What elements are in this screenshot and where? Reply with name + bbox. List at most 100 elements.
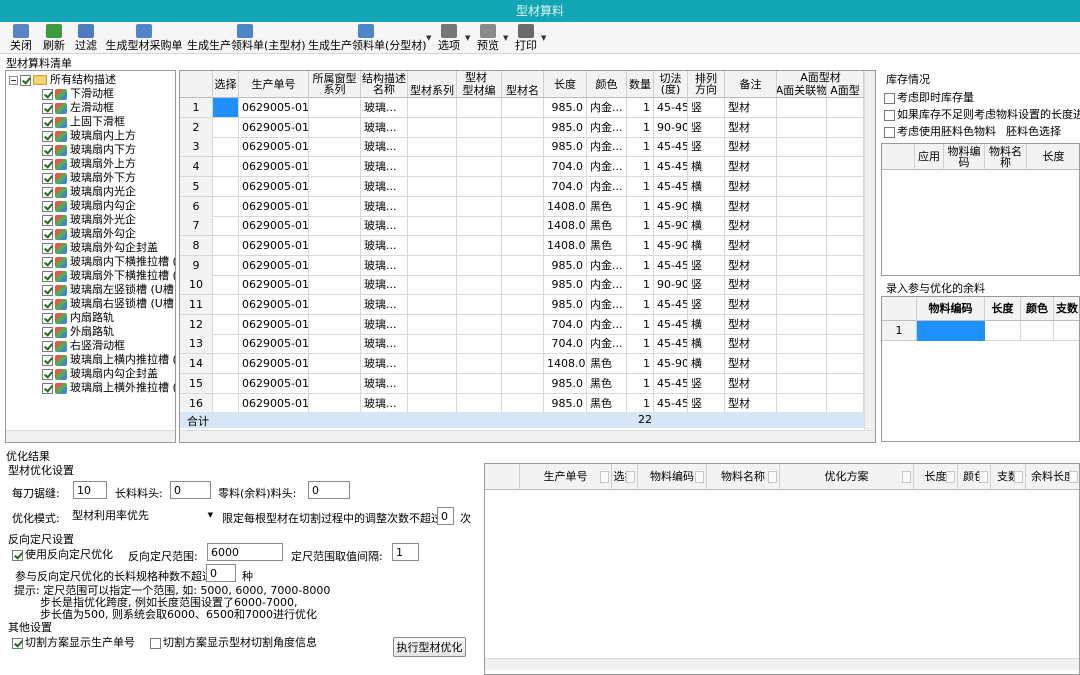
checkbox-icon[interactable] [20,74,31,86]
table-cell[interactable] [827,373,864,394]
column-header[interactable]: 颜色 [587,71,627,98]
table-cell[interactable]: 型材 [725,334,777,355]
table-cell[interactable]: 1408.0 [544,354,587,375]
checkbox-icon[interactable] [42,340,53,352]
table-cell[interactable] [457,295,502,315]
table-cell[interactable]: 型材 [725,393,777,414]
tree-item[interactable]: 玻璃扇内上方 [42,129,136,143]
table-cell[interactable] [457,255,502,276]
tree-item[interactable]: 玻璃扇内下方 [42,143,136,157]
table-cell[interactable]: 45-45 [654,373,688,394]
table-cell[interactable]: 玻璃... [361,117,408,138]
table-cell[interactable]: 内金... [587,314,627,335]
tree-item[interactable]: 玻璃扇外光企 [42,213,136,227]
table-row[interactable]: 4 0629005-01 玻璃... 704.0 内金... 1 45-45 横型材 [180,157,866,178]
table-cell[interactable] [457,393,502,414]
table-cell[interactable]: 0629005-01 [239,117,309,138]
table-cell[interactable] [408,176,457,197]
column-filter-icon[interactable] [1014,471,1023,483]
table-cell[interactable]: 0629005-01 [239,176,309,197]
table-cell[interactable] [457,334,502,355]
checkbox-icon[interactable] [42,88,53,100]
checkbox-icon[interactable] [884,126,895,138]
table-cell[interactable]: 0629005-01 [239,98,309,118]
table-cell[interactable] [502,137,544,158]
refresh-button[interactable]: 刷新 [41,23,67,53]
table-cell[interactable]: 45-90 [654,216,688,237]
table-cell[interactable] [408,117,457,138]
table-cell[interactable]: 内金... [587,117,627,138]
column-filter-icon[interactable] [600,471,609,483]
tree-item[interactable]: 玻璃扇外下横推拉槽 ( [42,269,175,283]
tree-item[interactable]: 玻璃扇外上方 [42,157,136,171]
checkbox-icon[interactable] [42,144,53,156]
table-cell[interactable] [309,334,361,355]
tree-item[interactable]: 玻璃扇内勾企封盖 [42,367,158,381]
table-cell[interactable] [309,117,361,138]
table-cell[interactable]: 1 [627,314,654,335]
table-cell[interactable] [309,275,361,296]
table-cell[interactable]: 玻璃... [361,314,408,335]
table-cell[interactable] [408,295,457,315]
table-cell[interactable] [457,137,502,158]
table-cell[interactable]: 0629005-01 [239,157,309,178]
table-cell[interactable]: 1 [627,255,654,276]
table-cell[interactable] [213,295,239,315]
checkbox-icon[interactable] [42,102,53,114]
table-cell[interactable]: 内金... [587,98,627,118]
table-cell[interactable]: 1408.0 [544,196,587,217]
table-cell[interactable]: 14 [180,354,213,375]
table-cell[interactable] [309,98,361,118]
leftover-code-cell[interactable] [917,321,985,341]
table-cell[interactable]: 1408.0 [544,216,587,237]
table-cell[interactable]: 横 [688,196,725,217]
tree-item[interactable]: 下滑动框 [42,87,114,101]
table-cell[interactable] [408,235,457,256]
table-cell[interactable]: 内金... [587,157,627,178]
table-row[interactable]: 13 0629005-01 玻璃... 704.0 内金... 1 45-45 横型材 [180,334,866,355]
checkbox-icon[interactable] [42,214,53,226]
table-cell[interactable]: 16 [180,393,213,414]
checkbox-icon[interactable] [42,158,53,170]
column-header[interactable]: 生产单号 [239,71,309,98]
checkbox-icon[interactable] [12,637,23,649]
preview-button[interactable]: 预览 [475,23,501,53]
table-cell[interactable]: 1 [627,373,654,394]
table-cell[interactable] [777,235,827,256]
table-row[interactable]: 6 0629005-01 玻璃... 1408.0 黑色 1 45-90 横型材 [180,196,866,217]
head-input[interactable] [170,481,211,499]
table-cell[interactable]: 0629005-01 [239,275,309,296]
table-cell[interactable]: 45-45 [654,295,688,315]
table-cell[interactable] [827,275,864,296]
checkbox-icon[interactable] [42,270,53,282]
table-cell[interactable]: 竖 [688,98,725,118]
table-cell[interactable] [777,117,827,138]
table-cell[interactable]: 704.0 [544,157,587,178]
table-cell[interactable]: 985.0 [544,373,587,394]
purchase-order-button[interactable]: 生成型材采购单 [104,23,184,53]
checkbox-icon[interactable] [42,242,53,254]
table-row[interactable]: 11 0629005-01 玻璃... 985.0 内金... 1 45-45 竖型材 [180,295,866,315]
table-cell[interactable] [309,235,361,256]
table-cell[interactable] [213,176,239,197]
table-cell[interactable] [457,354,502,375]
tree-item[interactable]: 玻璃扇外勾企封盖 [42,241,158,255]
table-cell[interactable]: 0629005-01 [239,196,309,217]
table-cell[interactable]: 竖 [688,295,725,315]
table-cell[interactable] [309,255,361,276]
show-angle-checkbox[interactable]: 切割方案显示型材切割角度信息 [150,634,317,650]
table-cell[interactable]: 45-45 [654,98,688,118]
tree-item[interactable]: 玻璃扇内光企 [42,185,136,199]
table-cell[interactable]: 11 [180,295,213,315]
table-cell[interactable] [827,354,864,375]
table-cell[interactable]: 横 [688,176,725,197]
grid-horizontal-scrollbar[interactable] [180,430,875,442]
table-cell[interactable]: 1 [627,117,654,138]
table-cell[interactable] [309,157,361,178]
table-cell[interactable] [827,295,864,315]
table-cell[interactable]: 45-90 [654,196,688,217]
table-cell[interactable] [457,373,502,394]
table-cell[interactable]: 玻璃... [361,373,408,394]
checkbox-icon[interactable] [884,109,895,121]
step-input[interactable] [392,543,419,561]
